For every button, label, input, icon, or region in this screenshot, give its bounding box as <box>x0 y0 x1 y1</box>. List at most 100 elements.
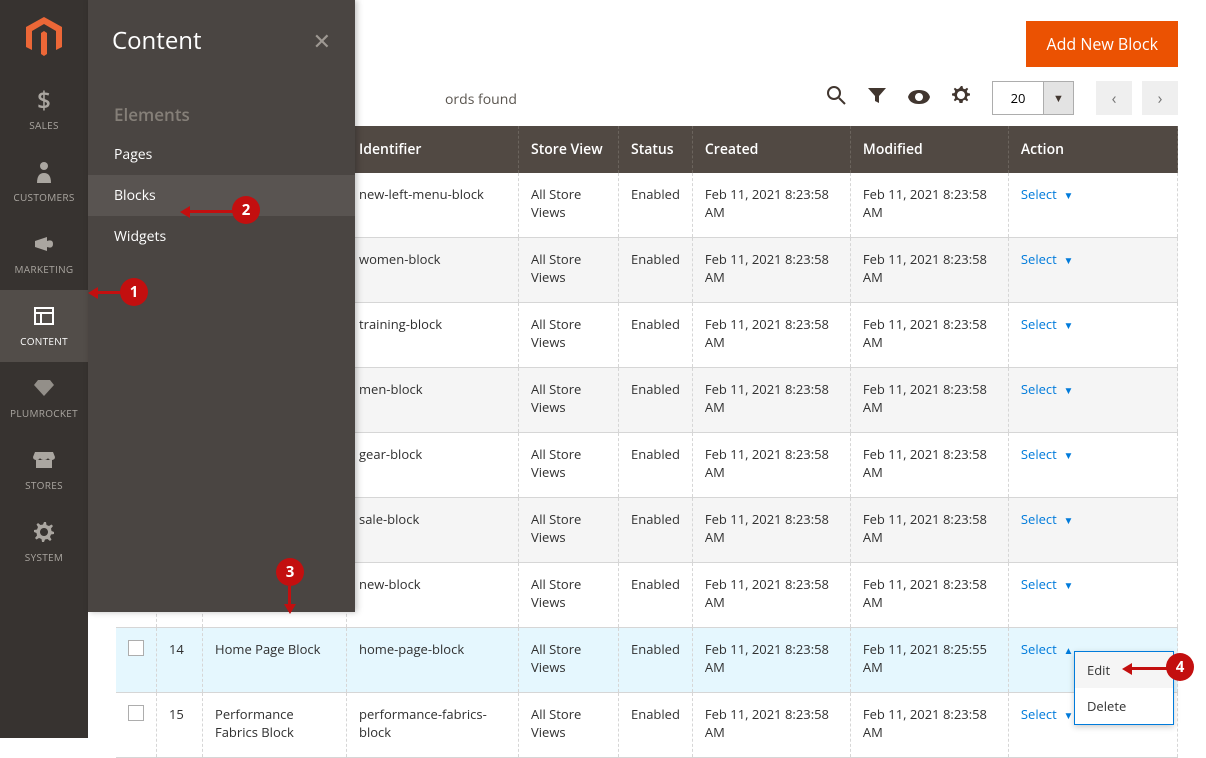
cell-title: Home Page Block <box>203 628 347 693</box>
flyout-item-pages[interactable]: Pages <box>88 134 355 175</box>
sidebar-item-label: STORES <box>25 478 63 492</box>
magento-logo[interactable] <box>0 0 88 74</box>
cell-status: Enabled <box>619 433 693 498</box>
cell-status: Enabled <box>619 693 693 758</box>
next-page-button[interactable]: › <box>1142 81 1178 115</box>
col-status[interactable]: Status <box>619 126 693 173</box>
cell-store: All Store Views <box>519 628 619 693</box>
sidebar-item-label: PLUMROCKET <box>10 406 78 420</box>
cell-status: Enabled <box>619 498 693 563</box>
cell-created: Feb 11, 2021 8:23:58 AM <box>692 238 850 303</box>
page-size-dropdown[interactable]: ▼ <box>1044 81 1074 115</box>
cell-modified: Feb 11, 2021 8:23:58 AM <box>850 303 1008 368</box>
col-created[interactable]: Created <box>692 126 850 173</box>
dollar-icon: $ <box>37 86 51 114</box>
search-icon[interactable] <box>826 85 846 111</box>
row-select-action[interactable]: Select ▼ <box>1021 445 1074 463</box>
cell-created: Feb 11, 2021 8:23:58 AM <box>692 433 850 498</box>
page-size-input[interactable]: 20 <box>992 81 1044 115</box>
megaphone-icon <box>33 230 55 258</box>
cell-store: All Store Views <box>519 693 619 758</box>
col-store-view[interactable]: Store View <box>519 126 619 173</box>
layout-icon <box>34 302 54 330</box>
add-new-block-button[interactable]: Add New Block <box>1026 21 1178 67</box>
cell-modified: Feb 11, 2021 8:23:58 AM <box>850 173 1008 238</box>
row-select-action[interactable]: Select ▼ <box>1021 185 1074 203</box>
cell-identifier: men-block <box>347 368 519 433</box>
row-select-action[interactable]: Select ▲ <box>1021 640 1074 658</box>
cell-store: All Store Views <box>519 498 619 563</box>
cell-status: Enabled <box>619 238 693 303</box>
row-checkbox[interactable] <box>128 705 144 721</box>
admin-sidebar: $ SALES CUSTOMERS MARKETING CONTENT PLUM… <box>0 0 88 738</box>
sidebar-item-stores[interactable]: STORES <box>0 434 88 506</box>
annotation-badge-4: 4 <box>1166 653 1194 681</box>
flyout-title: Content <box>112 24 202 57</box>
sidebar-item-label: CUSTOMERS <box>13 190 74 204</box>
cell-modified: Feb 11, 2021 8:23:58 AM <box>850 498 1008 563</box>
cell-modified: Feb 11, 2021 8:23:58 AM <box>850 433 1008 498</box>
records-found-text: ords found <box>445 90 517 109</box>
sidebar-item-plumrocket[interactable]: PLUMROCKET <box>0 362 88 434</box>
chevron-icon: ▼ <box>1064 578 1074 592</box>
sidebar-item-sales[interactable]: $ SALES <box>0 74 88 146</box>
flyout-item-widgets[interactable]: Widgets <box>88 216 355 257</box>
sidebar-item-customers[interactable]: CUSTOMERS <box>0 146 88 218</box>
settings-icon[interactable] <box>952 86 970 110</box>
sidebar-item-label: SYSTEM <box>25 550 63 564</box>
chevron-icon: ▼ <box>1064 188 1074 202</box>
filter-icon[interactable] <box>868 86 886 110</box>
col-modified[interactable]: Modified <box>850 126 1008 173</box>
content-flyout: Content ✕ Elements Pages Blocks Widgets <box>88 0 355 612</box>
cell-store: All Store Views <box>519 303 619 368</box>
row-select-action[interactable]: Select ▼ <box>1021 575 1074 593</box>
table-row[interactable]: 15Performance Fabrics Blockperformance-f… <box>116 693 1178 758</box>
cell-identifier: women-block <box>347 238 519 303</box>
cell-store: All Store Views <box>519 368 619 433</box>
close-icon[interactable]: ✕ <box>313 26 331 56</box>
sidebar-item-system[interactable]: SYSTEM <box>0 506 88 578</box>
cell-status: Enabled <box>619 173 693 238</box>
cell-store: All Store Views <box>519 173 619 238</box>
flyout-item-label: Blocks <box>114 186 156 205</box>
cell-created: Feb 11, 2021 8:23:58 AM <box>692 563 850 628</box>
col-action[interactable]: Action <box>1008 126 1177 173</box>
cell-identifier: gear-block <box>347 433 519 498</box>
row-select-action[interactable]: Select ▼ <box>1021 380 1074 398</box>
sidebar-item-content[interactable]: CONTENT <box>0 290 88 362</box>
cell-created: Feb 11, 2021 8:23:58 AM <box>692 173 850 238</box>
action-delete[interactable]: Delete <box>1075 688 1173 724</box>
cell-identifier: new-block <box>347 563 519 628</box>
sidebar-item-label: MARKETING <box>15 262 74 276</box>
eye-icon[interactable] <box>908 86 930 110</box>
sidebar-item-label: CONTENT <box>20 334 68 348</box>
storefront-icon <box>33 446 55 474</box>
row-select-action[interactable]: Select ▼ <box>1021 510 1074 528</box>
gear-icon <box>34 518 54 546</box>
row-select-action[interactable]: Select ▼ <box>1021 250 1074 268</box>
row-select-action[interactable]: Select ▼ <box>1021 315 1074 333</box>
chevron-icon: ▼ <box>1064 318 1074 332</box>
table-row[interactable]: 14Home Page Blockhome-page-blockAll Stor… <box>116 628 1178 693</box>
flyout-section-label: Elements <box>88 93 355 134</box>
prev-page-button[interactable]: ‹ <box>1096 81 1132 115</box>
chevron-icon: ▼ <box>1064 708 1074 722</box>
row-checkbox[interactable] <box>128 640 144 656</box>
cell-created: Feb 11, 2021 8:23:58 AM <box>692 498 850 563</box>
cell-id: 14 <box>157 628 203 693</box>
cell-created: Feb 11, 2021 8:23:58 AM <box>692 368 850 433</box>
cell-status: Enabled <box>619 303 693 368</box>
cell-identifier: training-block <box>347 303 519 368</box>
cell-identifier: performance-fabrics-block <box>347 693 519 758</box>
sidebar-item-marketing[interactable]: MARKETING <box>0 218 88 290</box>
chevron-icon: ▼ <box>1064 383 1074 397</box>
cell-id: 15 <box>157 693 203 758</box>
diamond-icon <box>34 374 54 402</box>
page-size-control: 20 ▼ <box>992 81 1074 115</box>
col-identifier[interactable]: Identifier <box>347 126 519 173</box>
sidebar-item-label: SALES <box>29 118 59 132</box>
cell-created: Feb 11, 2021 8:23:58 AM <box>692 693 850 758</box>
person-icon <box>35 158 53 186</box>
row-select-action[interactable]: Select ▼ <box>1021 705 1074 723</box>
cell-created: Feb 11, 2021 8:23:58 AM <box>692 628 850 693</box>
